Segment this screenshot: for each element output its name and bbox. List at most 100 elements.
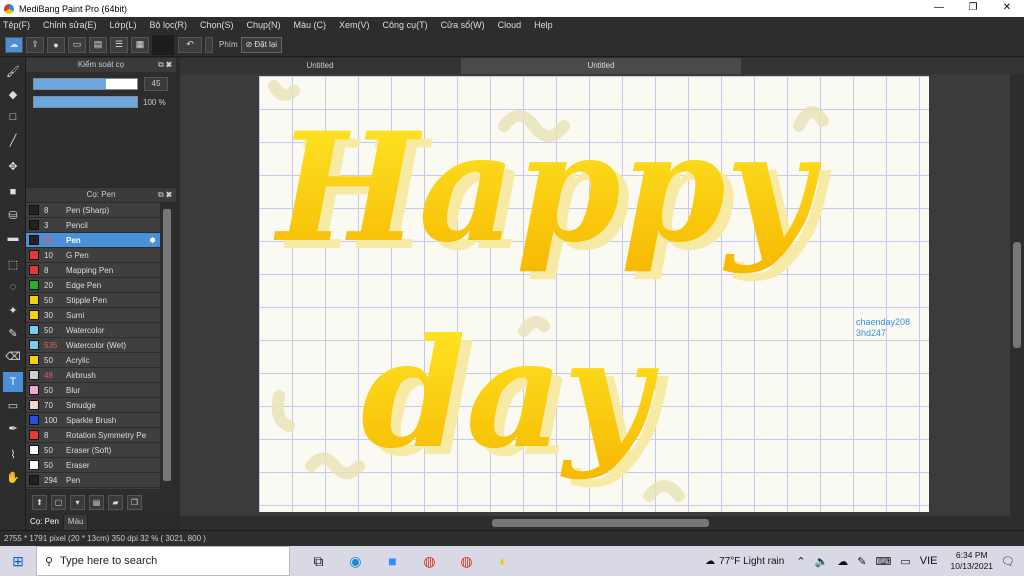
brush-list-scroll-thumb[interactable] xyxy=(163,209,171,481)
panel-controls-icon[interactable]: ⧉ ✖ xyxy=(158,188,172,202)
speech-icon[interactable]: ▭ xyxy=(68,36,86,53)
weather-widget[interactable]: ☁ 77°F Light rain xyxy=(705,556,784,567)
brush-item[interactable]: 30 Sumi xyxy=(26,308,160,323)
pen-icon[interactable]: ✎ xyxy=(857,555,866,568)
restore-icon[interactable]: ❐ xyxy=(956,0,990,17)
volume-icon[interactable]: 🔈 xyxy=(815,555,829,568)
canvas-hscroll-thumb[interactable] xyxy=(492,519,709,527)
dot-tool-icon[interactable]: ╱ xyxy=(3,130,23,150)
menu-file[interactable]: Tệp(F) xyxy=(3,20,30,30)
task-view-icon[interactable]: ⧉ xyxy=(300,546,337,576)
canvas-horizontal-scrollbar[interactable] xyxy=(180,516,1024,530)
brush-item[interactable]: 48 Airbrush xyxy=(26,368,160,383)
menu-edit[interactable]: Chỉnh sửa(E) xyxy=(43,20,97,30)
menu-color[interactable]: Màu (C) xyxy=(294,20,327,30)
text-tool-icon[interactable]: T xyxy=(3,372,23,392)
brush-item[interactable]: 50 Stipple Pen xyxy=(26,293,160,308)
list-icon[interactable]: ☰ xyxy=(110,36,128,53)
brush-item[interactable]: 50 Eraser (Soft) xyxy=(26,443,160,458)
windows-start-icon[interactable]: ⊞ xyxy=(0,546,36,576)
brush-item[interactable]: 8 Mapping Pen xyxy=(26,263,160,278)
brush-item[interactable]: 50 Watercolor xyxy=(26,323,160,338)
toggle-icon[interactable] xyxy=(205,36,213,53)
drawing-canvas[interactable]: Happy Happy day day chaenday208 3hd247 xyxy=(259,76,929,512)
tab-brush[interactable]: Cọ: Pen xyxy=(26,515,64,530)
menu-view[interactable]: Xem(V) xyxy=(339,20,370,30)
operation-tool-icon[interactable]: ▭ xyxy=(3,395,23,415)
brush-item[interactable]: 10 G Pen xyxy=(26,248,160,263)
share-icon[interactable]: ⇪ xyxy=(26,36,44,53)
menu-window[interactable]: Cửa sổ(W) xyxy=(441,20,485,30)
magic-wand-tool-icon[interactable]: ✦ xyxy=(3,300,23,320)
canvas-vscroll-thumb[interactable] xyxy=(1013,242,1021,348)
bucket-tool-icon[interactable]: ⛁ xyxy=(3,205,23,225)
opacity-slider[interactable] xyxy=(33,96,138,108)
brush-item[interactable]: 100 Sparkle Brush xyxy=(26,413,160,428)
brush-item[interactable]: 8 Pen (Sharp) xyxy=(26,203,160,218)
brush-tool-icon[interactable]: 🖌 xyxy=(3,61,23,81)
minimize-icon[interactable]: — xyxy=(922,0,956,17)
folder-icon[interactable]: ▰ xyxy=(108,494,123,510)
menu-snap[interactable]: Chụp(N) xyxy=(247,20,281,30)
close-icon[interactable]: ✕ xyxy=(990,0,1024,17)
menu-help[interactable]: Help xyxy=(534,20,553,30)
brush-item[interactable]: 535 Watercolor (Wet) xyxy=(26,338,160,353)
panel-controls-icon[interactable]: ⧉ ✖ xyxy=(158,58,172,72)
menu-filter[interactable]: Bộ lọc(R) xyxy=(149,20,187,30)
select-pen-tool-icon[interactable]: ✎ xyxy=(3,323,23,343)
fill-rect-tool-icon[interactable]: ■ xyxy=(3,182,23,202)
medibang-taskbar-icon[interactable]: ◐ xyxy=(485,546,522,576)
clock[interactable]: 6:34 PM 10/13/2021 xyxy=(950,550,993,572)
language-indicator[interactable]: VIE xyxy=(920,555,938,567)
grid-icon[interactable]: ▦ xyxy=(131,36,149,53)
keyboard-icon[interactable]: ⌨ xyxy=(875,555,891,568)
battery-icon[interactable]: ▭ xyxy=(900,555,910,568)
brush-item[interactable]: 8 Rotation Symmetry Pe xyxy=(26,428,160,443)
duplicate-icon[interactable]: ❐ xyxy=(127,494,142,510)
eyedropper-tool-icon[interactable]: ✒ xyxy=(3,418,23,438)
select-rect-tool-icon[interactable]: ⬚ xyxy=(3,254,23,274)
eyedropper2-tool-icon[interactable]: ⌇ xyxy=(3,444,23,464)
tab-color[interactable]: Màu xyxy=(63,515,89,530)
new-brush-icon[interactable]: ▢ xyxy=(51,494,66,510)
brush-list-scrollbar[interactable] xyxy=(161,203,173,489)
notifications-icon[interactable]: 🗨 xyxy=(1001,555,1015,568)
add-brush-icon[interactable]: ⬆ xyxy=(32,494,47,510)
brush-item[interactable]: 45 Pen ✸ xyxy=(26,233,160,248)
brush-item[interactable]: 70 Smudge xyxy=(26,398,160,413)
brush-item[interactable]: 50 Blur xyxy=(26,383,160,398)
reset-button[interactable]: ⊘ Đặt lại xyxy=(240,36,283,53)
brush-item[interactable]: 3 Pencil xyxy=(26,218,160,233)
cloud-icon[interactable]: ☁ xyxy=(5,36,23,53)
brush-item[interactable]: 50 Eraser xyxy=(26,458,160,473)
lasso-tool-icon[interactable]: ◌ xyxy=(3,277,23,297)
onedrive-icon[interactable]: ☁ xyxy=(837,555,848,568)
tray-up-icon[interactable]: ⌃ xyxy=(796,555,805,568)
brush-settings-icon[interactable]: ▤ xyxy=(89,494,104,510)
document-tab-1[interactable]: Untitled xyxy=(180,58,460,74)
select-eraser-tool-icon[interactable]: ⌫ xyxy=(3,346,23,366)
gradient-tool-icon[interactable]: ▬ xyxy=(3,228,23,248)
zoom-app-icon[interactable]: ■ xyxy=(374,546,411,576)
brush-item[interactable]: 50 Acrylic xyxy=(26,353,160,368)
brush-item[interactable]: 20 Edge Pen xyxy=(26,278,160,293)
rectangle-tool-icon[interactable]: □ xyxy=(3,107,23,127)
brush-settings-gear-icon[interactable]: ✸ xyxy=(149,236,156,245)
chrome-icon-2[interactable]: ◍ xyxy=(448,546,485,576)
hand-tool-icon[interactable]: ✋ xyxy=(3,467,23,487)
menu-cloud[interactable]: Cloud xyxy=(498,20,522,30)
document-tab-2[interactable]: Untitled xyxy=(461,58,741,74)
brush-item[interactable]: 294 Pen xyxy=(26,473,160,488)
taskbar-search-box[interactable]: ⚲ Type here to search xyxy=(36,546,290,576)
chrome-icon[interactable]: ◍ xyxy=(411,546,448,576)
canvas-vertical-scrollbar[interactable] xyxy=(1010,74,1024,516)
document-icon[interactable]: ▤ xyxy=(89,36,107,53)
menu-layer[interactable]: Lớp(L) xyxy=(110,20,137,30)
brush-options-icon[interactable]: ▾ xyxy=(70,494,85,510)
size-value[interactable]: 45 xyxy=(144,77,168,91)
size-slider[interactable] xyxy=(33,78,138,90)
undo-icon[interactable]: ↶ xyxy=(178,36,202,53)
eraser-tool-icon[interactable]: ◆ xyxy=(3,84,23,104)
menu-select[interactable]: Chọn(S) xyxy=(200,20,234,30)
menu-tools[interactable]: Công cụ(T) xyxy=(383,20,428,30)
